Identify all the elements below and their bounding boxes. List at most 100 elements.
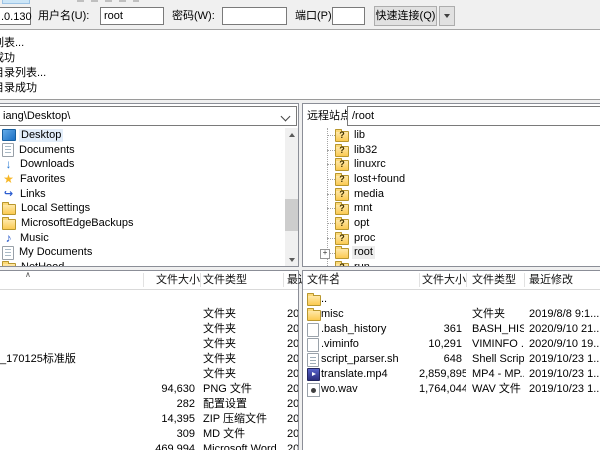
tree-item-local-settings[interactable]: Local Settings xyxy=(0,201,284,216)
tree-item-lib[interactable]: ? lib xyxy=(303,128,600,143)
tree-item-lib32[interactable]: ? lib32 xyxy=(303,143,600,158)
tree-item-my-documents[interactable]: My Documents xyxy=(0,246,284,261)
column-divider xyxy=(283,273,284,287)
file-row[interactable] xyxy=(0,292,298,307)
tree-item-desktop[interactable]: Desktop xyxy=(0,128,284,143)
file-modified: 20 xyxy=(283,337,298,352)
tree-item-documents[interactable]: Documents xyxy=(0,143,284,158)
tree-item-links[interactable]: ↪ Links xyxy=(0,187,284,202)
tree-item-downloads[interactable]: ↓ Downloads xyxy=(0,157,284,172)
tree-item-proc[interactable]: ? proc xyxy=(303,231,600,246)
file-modified: 2019/10/23 1... xyxy=(524,367,600,382)
file-type: MP4 - MP... xyxy=(466,367,524,382)
remote-path-input[interactable]: /root xyxy=(347,106,600,126)
file-row[interactable]: 文件夹 20 xyxy=(0,367,298,382)
host-value: .0.130 xyxy=(1,11,32,23)
file-row-misc[interactable]: misc 文件夹 2019/8/8 9:1... xyxy=(303,307,600,322)
file-row-parent-dir[interactable]: .. xyxy=(303,292,600,307)
local-directory-tree: Desktop Documents ↓ Downloads ★ Favorite… xyxy=(0,128,284,266)
tree-item-opt[interactable]: ? opt xyxy=(303,216,600,231)
remote-directory-tree: ? lib ? lib32 ? linuxrc ? lost+found ? m… xyxy=(303,128,600,266)
tree-item-music[interactable]: ♪ Music xyxy=(0,231,284,246)
tree-item-run[interactable]: ? run xyxy=(303,260,600,266)
file-row[interactable]: 94,630 PNG 文件 20 xyxy=(0,382,298,397)
column-header-type[interactable]: 文件类型 xyxy=(200,271,286,289)
file-row-script-parser[interactable]: script_parser.sh 648 Shell Script 2019/1… xyxy=(303,352,600,367)
tree-item-favorites[interactable]: ★ Favorites xyxy=(0,172,284,187)
file-row[interactable]: 文件夹 20 xyxy=(0,307,298,322)
tree-item-media[interactable]: ? media xyxy=(303,187,600,202)
tree-item-lost-found[interactable]: ? lost+found xyxy=(303,172,600,187)
tree-item-label: Desktop xyxy=(19,129,63,142)
file-row[interactable]: 282 配置设置 20 xyxy=(0,397,298,412)
folder-icon xyxy=(335,248,349,259)
file-type: 文件夹 xyxy=(200,322,283,337)
file-modified: 20 xyxy=(283,307,298,322)
file-modified: 2019/10/23 1... xyxy=(524,382,600,397)
local-path-combobox[interactable]: iang\Desktop\ xyxy=(0,106,297,126)
column-header-type[interactable]: 文件类型 xyxy=(466,271,530,289)
quickconnect-button[interactable]: 快速连接(Q) xyxy=(374,6,437,26)
file-name: .bash_history xyxy=(321,322,419,337)
tree-item-linuxrc[interactable]: ? linuxrc xyxy=(303,157,600,172)
remote-list-header: 文件名 ∧ 文件大小 文件类型 最近修改 xyxy=(303,271,600,290)
file-row-wo-wav[interactable]: wo.wav 1,764,044 WAV 文件 2019/10/23 1... xyxy=(303,382,600,397)
ftp-client-window: .0.130 用户名(U): 密码(W): 端口(P): 快速连接(Q) 列表.… xyxy=(0,0,600,450)
log-line: 成功 xyxy=(0,51,493,66)
remote-path-value: /root xyxy=(352,110,374,122)
document-icon xyxy=(2,246,14,260)
question-mark-icon: ? xyxy=(336,218,348,228)
tree-item-label: linuxrc xyxy=(352,158,388,171)
column-header-modified[interactable]: 最近修改 xyxy=(283,271,303,289)
tree-item-root[interactable]: + root xyxy=(303,246,600,261)
file-size: 648 xyxy=(419,352,466,367)
file-type: PNG 文件 xyxy=(200,382,283,397)
password-input[interactable] xyxy=(222,7,287,25)
file-row[interactable]: 309 MD 文件 20 xyxy=(0,427,298,442)
tree-item-label: MicrosoftEdgeBackups xyxy=(19,217,136,230)
file-row[interactable]: 14,395 ZIP 压缩文件 20 xyxy=(0,412,298,427)
username-input[interactable] xyxy=(100,7,164,25)
column-header-name[interactable]: 文件名 xyxy=(307,271,397,289)
tree-item-mnt[interactable]: ? mnt xyxy=(303,201,600,216)
vertical-scrollbar[interactable] xyxy=(285,128,298,266)
unknown-folder-icon: ? xyxy=(335,175,349,186)
tree-item-nethood[interactable]: NetHood xyxy=(0,260,284,266)
file-modified: 2020/9/10 19... xyxy=(524,337,600,352)
unknown-folder-icon: ? xyxy=(335,234,349,245)
expand-plus-icon[interactable]: + xyxy=(320,249,330,259)
file-row[interactable]: 469,994 Microsoft Word ... 20 xyxy=(0,442,298,450)
file-modified: 2020/9/10 21... xyxy=(524,322,600,337)
question-mark-icon: ? xyxy=(336,159,348,169)
file-type: 文件夹 xyxy=(466,307,524,322)
quickconnect-dropdown-button[interactable] xyxy=(439,6,455,26)
file-row[interactable]: 文件夹 20 xyxy=(0,337,298,352)
unknown-folder-icon: ? xyxy=(335,263,349,266)
scroll-down-button[interactable] xyxy=(285,253,298,266)
file-name: .. xyxy=(321,292,419,307)
file-row[interactable]: _170125标准版 文件夹 20 xyxy=(0,352,298,367)
message-log[interactable]: 列表... 成功 目录列表... 目录成功 xyxy=(0,29,600,100)
scrollbar-thumb[interactable] xyxy=(285,199,298,231)
scroll-up-button[interactable] xyxy=(285,128,298,141)
file-size: 309 xyxy=(143,427,200,442)
column-header-modified[interactable]: 最近修改 xyxy=(524,271,600,289)
chevron-down-icon[interactable] xyxy=(281,112,291,122)
file-row-translate-mp4[interactable]: translate.mp4 2,859,895 MP4 - MP... 2019… xyxy=(303,367,600,382)
local-file-list-panel: ∧ 文件大小 文件类型 最近修改 文件夹 20 xyxy=(0,270,299,450)
tree-item-label: run xyxy=(352,261,372,266)
file-row-viminfo[interactable]: .viminfo 10,291 VIMINFO ... 2020/9/10 19… xyxy=(303,337,600,352)
tree-item-microsoftedgebackups[interactable]: MicrosoftEdgeBackups xyxy=(0,216,284,231)
file-type: 文件夹 xyxy=(200,367,283,382)
file-name: translate.mp4 xyxy=(321,367,419,382)
file-type: 配置设置 xyxy=(200,397,283,412)
tree-item-label: lib xyxy=(352,129,367,142)
column-divider xyxy=(143,273,144,287)
unknown-folder-icon: ? xyxy=(335,204,349,215)
port-input[interactable] xyxy=(332,7,365,25)
tree-item-label: My Documents xyxy=(17,246,94,259)
file-row-bash-history[interactable]: .bash_history 361 BASH_HIS... 2020/9/10 … xyxy=(303,322,600,337)
file-row[interactable]: 文件夹 20 xyxy=(0,322,298,337)
file-type: ZIP 压缩文件 xyxy=(200,412,283,427)
tree-item-label: Favorites xyxy=(18,173,67,186)
